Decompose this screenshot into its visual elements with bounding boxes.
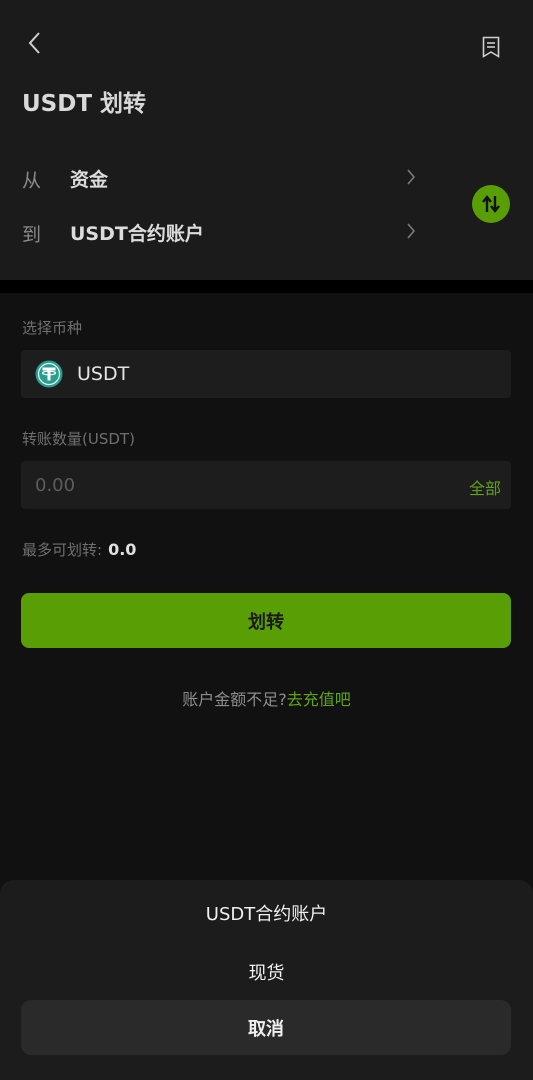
swap-arrows-icon bbox=[482, 195, 500, 213]
transfer-header-panel: USDT 划转 从 资金 到 USDT合约账户 bbox=[0, 0, 533, 280]
amount-field: 全部 bbox=[21, 461, 511, 509]
coin-name: USDT bbox=[77, 363, 130, 385]
transfer-record-button[interactable] bbox=[476, 32, 506, 62]
tether-icon bbox=[35, 360, 63, 388]
to-label: 到 bbox=[22, 224, 42, 246]
chevron-left-icon bbox=[28, 32, 40, 54]
from-account-selector[interactable]: 从 资金 bbox=[0, 158, 440, 198]
page-title: USDT 划转 bbox=[22, 91, 147, 117]
tip-text: 账户金额不足? bbox=[182, 690, 287, 709]
to-account-value: USDT合约账户 bbox=[70, 223, 204, 245]
insufficient-balance-tip: 账户金额不足?去充值吧 bbox=[0, 686, 533, 710]
bookmark-list-icon bbox=[482, 36, 500, 58]
swap-accounts-button[interactable] bbox=[472, 185, 510, 223]
to-account-selector[interactable]: 到 USDT合约账户 bbox=[0, 212, 440, 252]
chevron-right-icon bbox=[407, 223, 416, 239]
from-account-value: 资金 bbox=[70, 169, 109, 191]
transfer-button[interactable]: 划转 bbox=[21, 593, 511, 648]
deposit-link[interactable]: 去充值吧 bbox=[287, 690, 351, 709]
account-picker-sheet: USDT合约账户 现货 取消 bbox=[0, 880, 533, 1080]
section-divider bbox=[0, 280, 533, 293]
coin-label: 选择币种 bbox=[22, 319, 83, 337]
amount-label: 转账数量(USDT) bbox=[22, 430, 135, 448]
back-button[interactable] bbox=[20, 28, 48, 58]
max-transferable: 最多可划转: 0.0 bbox=[22, 539, 136, 560]
all-button[interactable]: 全部 bbox=[469, 475, 501, 499]
amount-input[interactable] bbox=[35, 470, 435, 500]
from-label: 从 bbox=[22, 170, 42, 192]
max-label: 最多可划转: bbox=[22, 541, 103, 559]
coin-selector[interactable]: USDT bbox=[21, 350, 511, 398]
max-value: 0.0 bbox=[108, 540, 137, 559]
cancel-button[interactable]: 取消 bbox=[21, 1000, 511, 1055]
chevron-right-icon bbox=[407, 169, 416, 185]
sheet-option-spot[interactable]: 现货 bbox=[0, 959, 533, 985]
sheet-option-futures-account[interactable]: USDT合约账户 bbox=[0, 900, 533, 926]
